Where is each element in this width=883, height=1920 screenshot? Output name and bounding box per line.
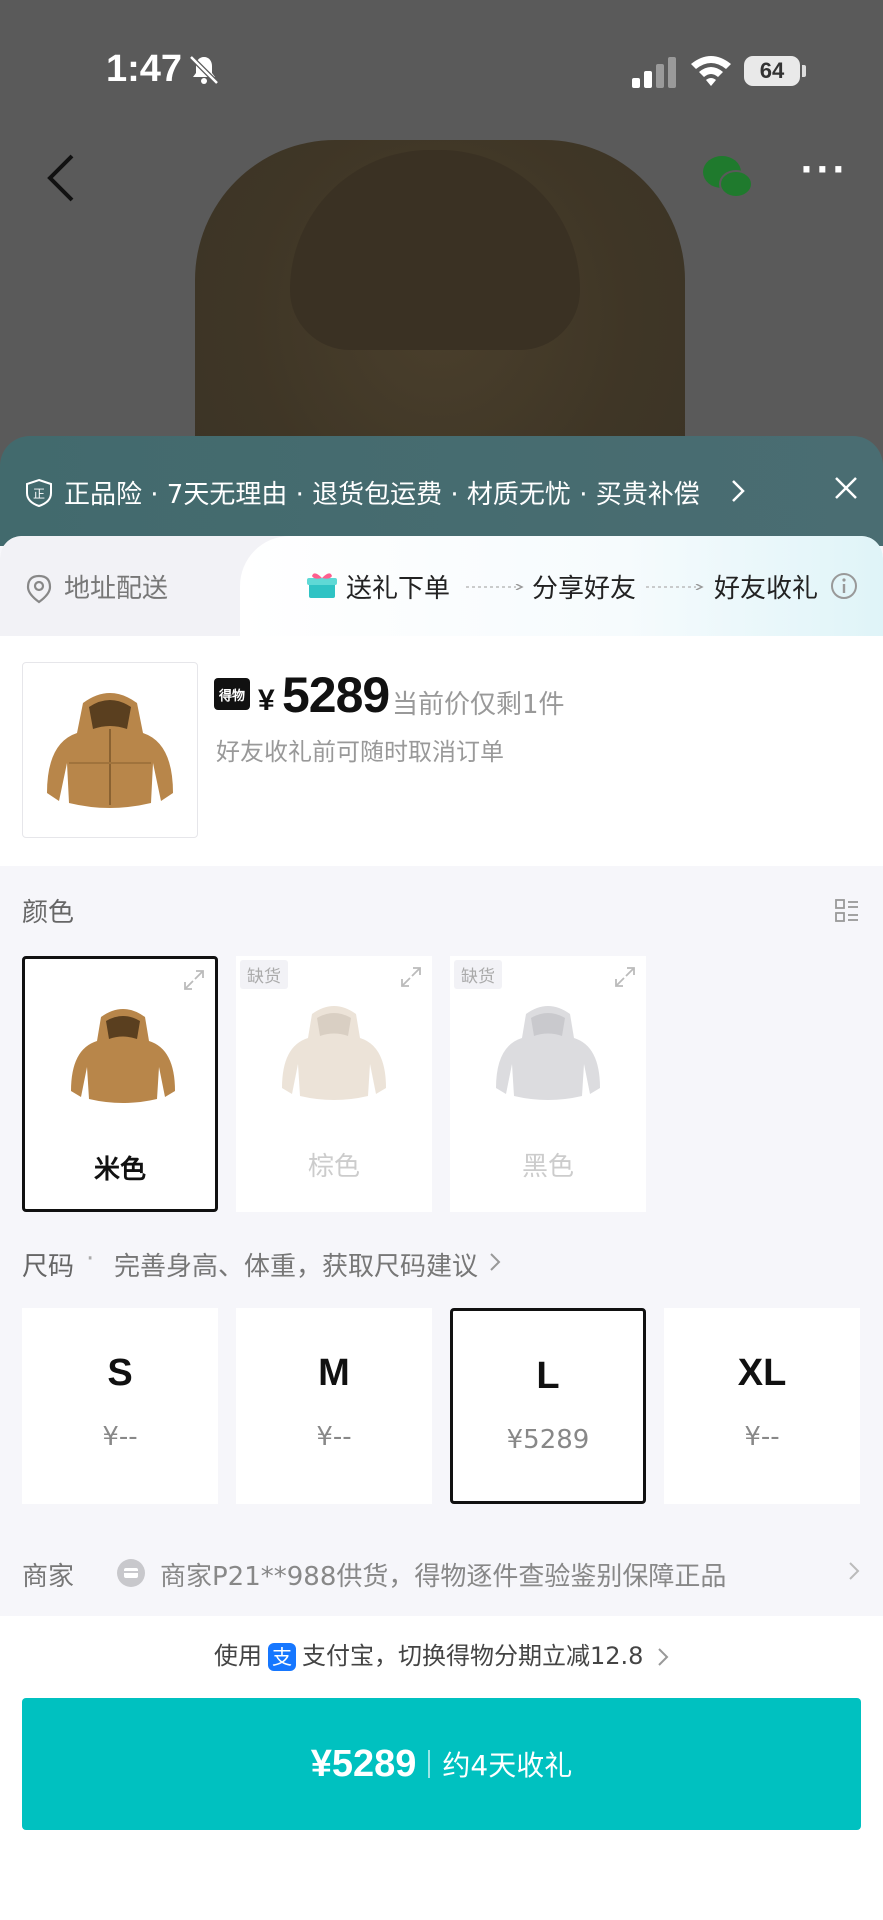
chevron-right-icon[interactable] (848, 1560, 860, 1582)
gift-step-receive: 好友收礼 (714, 574, 819, 604)
info-icon[interactable] (830, 572, 858, 600)
color-option-label: 棕色 (307, 1152, 360, 1182)
wifi-icon (691, 56, 731, 86)
cell-signal-icon (632, 57, 676, 88)
color-option-black[interactable]: 缺货 黑色 (450, 956, 646, 1212)
size-label: XL (737, 1352, 787, 1394)
size-option-xl[interactable]: XL ¥-- (664, 1308, 860, 1504)
purchase-sheet: 地址配送 送礼下单 分享好友 好友收礼 得物 ¥ 5289 当前价仅剩1件 好友… (0, 536, 883, 1920)
expand-icon[interactable] (183, 969, 205, 991)
alipay-icon: 支 (267, 1643, 296, 1671)
bell-muted-icon (189, 55, 219, 85)
merchant-label: 商家 (22, 1562, 75, 1592)
buy-button[interactable]: ¥5289 约4天收礼 (22, 1698, 861, 1830)
back-icon[interactable] (42, 150, 82, 206)
battery-indicator: 64 (744, 56, 800, 86)
status-time: 1:47 (106, 48, 183, 90)
size-option-l[interactable]: L ¥5289 (450, 1308, 646, 1504)
wechat-icon[interactable] (700, 152, 756, 204)
product-thumbnail[interactable] (22, 662, 198, 838)
more-icon[interactable]: ··· (800, 153, 848, 196)
size-section-label: 尺码 (22, 1252, 75, 1282)
expand-icon[interactable] (614, 966, 636, 988)
separator-dot: · (86, 1244, 95, 1274)
chevron-right-icon (732, 480, 745, 502)
battery-nub (802, 65, 806, 77)
gift-box-icon (307, 573, 337, 598)
size-price: ¥-- (744, 1422, 780, 1452)
gift-step-order: 送礼下单 (346, 574, 451, 604)
color-section-label: 颜色 (22, 898, 75, 928)
close-icon[interactable] (832, 474, 860, 502)
out-of-stock-badge: 缺货 (240, 960, 288, 989)
size-label: S (107, 1352, 133, 1394)
gift-step-share: 分享好友 (532, 574, 637, 604)
shield-icon: 正 (26, 478, 52, 508)
product-price: 5289 (282, 667, 390, 723)
alipay-promo-text: 支付宝，切换得物分期立减12.8 (301, 1642, 644, 1670)
color-option-beige[interactable]: 米色 (22, 956, 218, 1212)
dewu-logo: 得物 (214, 678, 250, 710)
alipay-prefix: 使用 (213, 1642, 262, 1670)
step-arrow-icon (466, 584, 524, 590)
checkout-footer: 使用支支付宝，切换得物分期立减12.8 ¥5289 约4天收礼 (0, 1616, 883, 1920)
size-option-s[interactable]: S ¥-- (22, 1308, 218, 1504)
size-price: ¥-- (102, 1422, 138, 1452)
puffer-jacket-image (47, 693, 173, 808)
alipay-promo[interactable]: 使用支支付宝，切换得物分期立减12.8 (0, 1636, 883, 1671)
brown-jacket-image (282, 1006, 386, 1100)
expand-icon[interactable] (400, 966, 422, 988)
buy-button-divider (428, 1750, 431, 1778)
size-price: ¥5289 (506, 1425, 590, 1455)
guarantee-text: 正品险 · 7天无理由 · 退货包运费 · 材质无忧 · 买贵补偿 (64, 480, 700, 510)
list-view-icon[interactable] (834, 898, 860, 924)
size-price: ¥-- (316, 1422, 352, 1452)
price-currency: ¥ (258, 684, 275, 717)
beige-jacket-image (71, 1009, 175, 1103)
size-label: M (318, 1352, 350, 1394)
step-arrow-icon (646, 584, 704, 590)
color-option-brown[interactable]: 缺货 棕色 (236, 956, 432, 1212)
size-label: L (536, 1355, 560, 1397)
location-pin-icon (26, 574, 52, 604)
svg-text:正: 正 (33, 487, 45, 501)
status-bar: 1:47 64 (0, 0, 883, 140)
size-option-m[interactable]: M ¥-- (236, 1308, 432, 1504)
color-option-label: 米色 (93, 1155, 146, 1185)
black-jacket-image (496, 1006, 600, 1100)
address-delivery-label: 地址配送 (64, 574, 169, 604)
chevron-right-icon (490, 1253, 501, 1271)
size-advice-link[interactable]: 完善身高、体重，获取尺码建议 (114, 1246, 478, 1283)
buy-button-price: ¥5289 (310, 1742, 417, 1785)
buy-button-eta: 约4天收礼 (442, 1749, 573, 1782)
stock-note: 当前价仅剩1件 (392, 690, 565, 720)
out-of-stock-badge: 缺货 (454, 960, 502, 989)
color-option-label: 黑色 (521, 1152, 574, 1182)
merchant-icon (117, 1559, 145, 1587)
chevron-right-icon (658, 1648, 669, 1666)
cancel-note: 好友收礼前可随时取消订单 (216, 738, 504, 766)
merchant-info[interactable]: 商家P21**988供货，得物逐件查验鉴别保障正品 (160, 1556, 726, 1593)
